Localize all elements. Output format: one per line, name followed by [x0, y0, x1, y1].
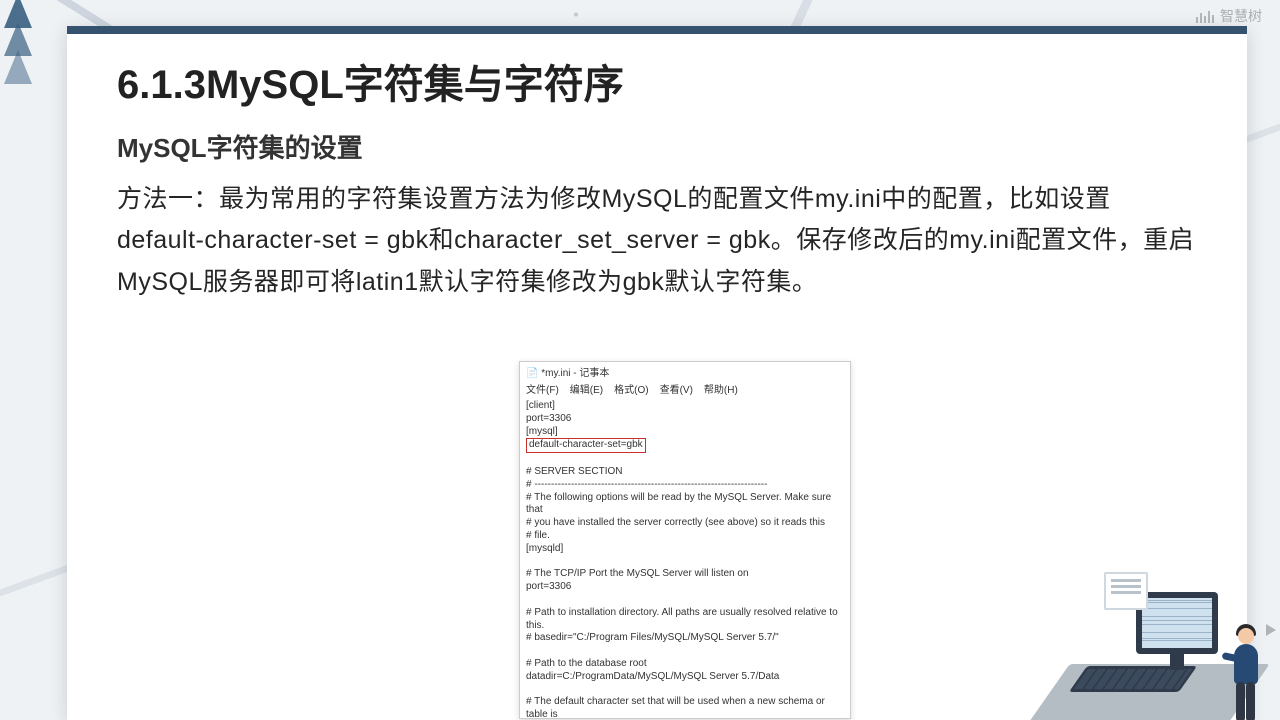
brand-watermark: 智慧树	[1196, 6, 1262, 26]
notepad-content: [client] port=3306 [mysql] default-chara…	[520, 398, 850, 719]
notepad-titlebar: 📄 *my.ini - 记事本	[520, 362, 850, 381]
document-icon	[1104, 572, 1148, 610]
notepad-window: 📄 *my.ini - 记事本 文件(F) 编辑(E) 格式(O) 查看(V) …	[519, 361, 851, 719]
menu-file: 文件(F)	[526, 381, 559, 396]
decorative-up-arrows	[4, 0, 32, 84]
monitor-icon	[1136, 592, 1218, 654]
menu-format: 格式(O)	[614, 381, 648, 396]
slide-subheading: MySQL字符集的设置	[117, 128, 1197, 165]
ini-block-1: [client] port=3306 [mysql]	[526, 400, 571, 437]
person-icon	[1228, 618, 1272, 720]
menu-help: 帮助(H)	[704, 381, 738, 396]
menu-edit: 编辑(E)	[570, 381, 603, 396]
menu-view: 查看(V)	[660, 381, 693, 396]
notepad-menubar: 文件(F) 编辑(E) 格式(O) 查看(V) 帮助(H)	[520, 381, 850, 398]
computer-illustration	[1048, 492, 1268, 720]
slide-body-text: 方法一：最为常用的字符集设置方法为修改MySQL的配置文件my.ini中的配置，…	[117, 179, 1197, 303]
slide-heading: 6.1.3MySQL字符集与字符序	[117, 52, 1197, 110]
watermark-text: 智慧树	[1220, 6, 1262, 26]
watermark-bars-icon	[1196, 9, 1214, 23]
highlight-default-character-set: default-character-set=gbk	[526, 438, 646, 453]
ini-block-2: # SERVER SECTION # ---------------------…	[526, 466, 840, 719]
